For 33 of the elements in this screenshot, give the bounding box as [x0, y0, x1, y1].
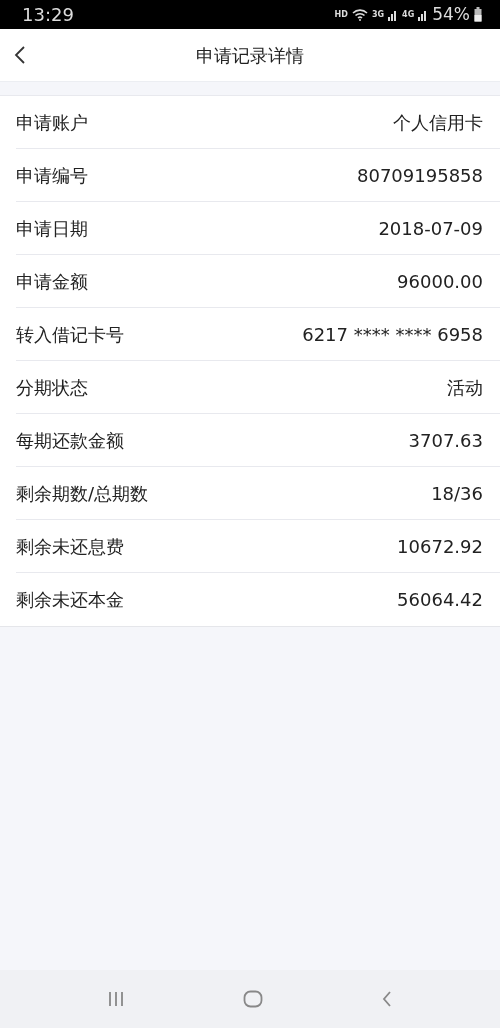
page-title: 申请记录详情	[196, 43, 304, 68]
field-label: 剩余未还息费	[16, 534, 124, 559]
recent-apps-icon[interactable]	[107, 991, 125, 1007]
battery-percent: 54%	[432, 2, 470, 26]
field-value: 2018-07-09	[378, 216, 483, 241]
field-value: 56064.42	[397, 588, 483, 612]
battery-icon	[474, 7, 482, 22]
field-label: 剩余未还本金	[16, 588, 124, 612]
signal-icon	[388, 8, 399, 21]
field-label: 每期还款金额	[16, 428, 124, 453]
field-label: 申请金额	[16, 269, 88, 294]
field-value: 6217 **** **** 6958	[302, 322, 483, 347]
field-value: 3707.63	[408, 428, 483, 453]
signal-icon	[418, 8, 429, 21]
field-value: 活动	[447, 375, 483, 400]
status-time: 13:29	[22, 3, 74, 27]
network-label: 3G	[371, 8, 385, 21]
field-label: 分期状态	[16, 375, 88, 400]
back-icon[interactable]	[14, 45, 26, 65]
field-label: 剩余期数/总期数	[16, 481, 149, 506]
field-value: 80709195858	[357, 163, 483, 188]
home-icon[interactable]	[243, 990, 263, 1008]
field-value: 10672.92	[397, 534, 483, 559]
field-value: 18/36	[431, 481, 483, 506]
network-label: 4G	[402, 8, 415, 21]
field-label: 申请编号	[16, 163, 88, 188]
field-label: 转入借记卡号	[16, 322, 124, 347]
hd-indicator: HD	[334, 8, 348, 21]
field-label: 申请日期	[16, 216, 88, 241]
wifi-icon	[351, 8, 368, 21]
field-value: 96000.00	[397, 269, 483, 294]
field-label: 申请账户	[16, 110, 88, 135]
field-value: 个人信用卡	[393, 110, 483, 135]
